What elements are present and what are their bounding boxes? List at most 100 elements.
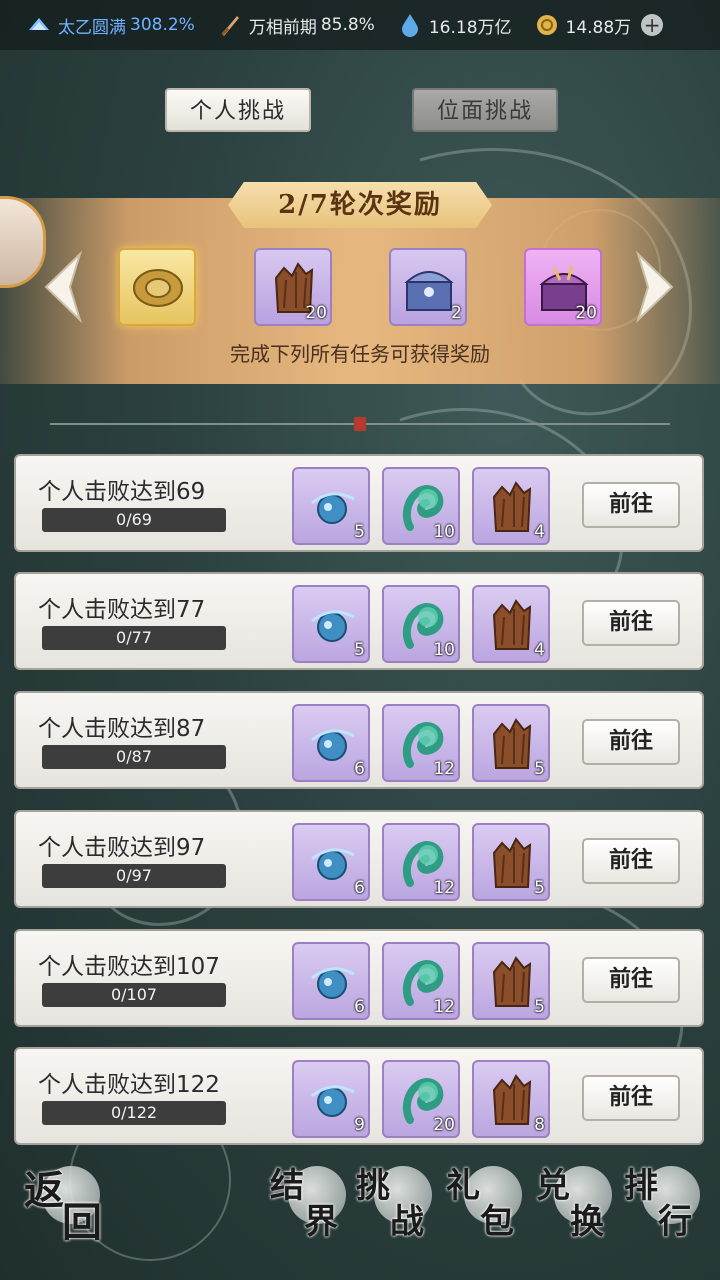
- goto-button[interactable]: 前往: [582, 600, 680, 646]
- blue-spirit-orb-icon: [311, 967, 355, 999]
- wood-stump-icon: [492, 1074, 532, 1125]
- nav-label-char-2: 界: [304, 1202, 338, 1242]
- nav-label-char-1: 兑: [536, 1166, 570, 1206]
- realm-stat: 太乙圆满 308.2%: [26, 12, 195, 38]
- nav-label-char-1: 排: [624, 1166, 658, 1206]
- banner-note: 完成下列所有任务可获得奖励: [230, 342, 490, 366]
- nav-label-char-2: 行: [658, 1202, 692, 1242]
- divider-seal: [354, 417, 366, 431]
- reward-qty: 12: [433, 759, 455, 779]
- task-progress-bar: 0/107: [42, 983, 226, 1007]
- task-reward-item[interactable]: 10: [382, 467, 460, 545]
- task-reward-item[interactable]: 12: [382, 823, 460, 901]
- wood-stump-icon: [492, 599, 532, 650]
- nav-gift-button[interactable]: 礼包: [446, 1156, 526, 1242]
- nav-label-char-2: 回: [62, 1199, 102, 1246]
- goto-button[interactable]: 前往: [582, 482, 680, 528]
- nav-label-char-1: 挑: [356, 1166, 390, 1206]
- water-drop-icon: [401, 14, 418, 37]
- task-reward-item[interactable]: 6: [292, 704, 370, 782]
- wood-stump-icon: [492, 481, 532, 532]
- task-row: 个人击败达到69 0/69 5 10 4 前往: [14, 454, 704, 552]
- reward-qty: 6: [354, 759, 365, 779]
- wood-stump-icon: [492, 718, 532, 769]
- goto-button[interactable]: 前往: [582, 719, 680, 765]
- task-reward-item[interactable]: 20: [382, 1060, 460, 1138]
- top-status-bar: 太乙圆满 308.2% 万相前期 85.8% 16.18万亿 14.88万 +: [0, 0, 720, 50]
- task-reward-item[interactable]: 5: [472, 823, 550, 901]
- gold-stat: 14.88万: [534, 12, 632, 38]
- realm-value: 308.2%: [130, 15, 195, 35]
- reward-item-talisman[interactable]: [118, 248, 196, 326]
- nav-challenge-button[interactable]: 挑战: [356, 1156, 436, 1242]
- reward-item-wood[interactable]: 20: [254, 248, 332, 326]
- task-reward-item[interactable]: 5: [472, 704, 550, 782]
- gold-value: 14.88万: [565, 17, 632, 38]
- reward-qty: 4: [534, 640, 545, 660]
- reward-qty: 6: [354, 997, 365, 1017]
- blue-spirit-orb-icon: [311, 1085, 355, 1117]
- back-button[interactable]: 返回: [24, 1156, 104, 1246]
- previous-round-arrow-icon[interactable]: [40, 250, 86, 324]
- task-reward-item[interactable]: 9: [292, 1060, 370, 1138]
- reward-qty: 20: [433, 1115, 455, 1135]
- goto-button[interactable]: 前往: [582, 838, 680, 884]
- task-reward-item[interactable]: 4: [472, 467, 550, 545]
- task-title: 个人击败达到87: [38, 716, 206, 742]
- round-title: 2/7轮次奖励: [228, 182, 492, 228]
- phase-label: 万相前期: [248, 17, 317, 38]
- reward-qty: 5: [534, 997, 545, 1017]
- task-title: 个人击败达到122: [38, 1072, 220, 1098]
- spirit-stone-value: 16.18万亿: [428, 17, 512, 38]
- tab-personal-challenge[interactable]: 个人挑战: [165, 88, 311, 132]
- task-reward-item[interactable]: 5: [472, 942, 550, 1020]
- blue-spirit-orb-icon: [311, 848, 355, 880]
- task-progress-bar: 0/122: [42, 1101, 226, 1125]
- task-row: 个人击败达到122 0/122 9 20 8 前往: [14, 1047, 704, 1145]
- reward-qty: 6: [354, 878, 365, 898]
- reward-item-blue-chest[interactable]: 2: [389, 248, 467, 326]
- nav-label-char-1: 结: [270, 1166, 304, 1206]
- task-reward-item[interactable]: 6: [292, 942, 370, 1020]
- task-reward-item[interactable]: 12: [382, 942, 460, 1020]
- nav-barrier-button[interactable]: 结界: [270, 1156, 350, 1242]
- phase-stat: 万相前期 85.8%: [217, 12, 375, 38]
- nav-label-char-1: 礼: [446, 1166, 480, 1206]
- task-reward-item[interactable]: 5: [292, 467, 370, 545]
- task-title: 个人击败达到97: [38, 835, 206, 861]
- reward-qty: 12: [433, 878, 455, 898]
- next-round-arrow-icon[interactable]: [632, 250, 678, 324]
- task-reward-item[interactable]: 8: [472, 1060, 550, 1138]
- reward-item-purple-chest[interactable]: 20: [524, 248, 602, 326]
- task-progress-bar: 0/97: [42, 864, 226, 888]
- goto-button[interactable]: 前往: [582, 957, 680, 1003]
- nav-ranking-button[interactable]: 排行: [624, 1156, 704, 1242]
- gold-coin-icon: [536, 15, 557, 35]
- reward-qty: 12: [433, 997, 455, 1017]
- golden-talisman-icon: [133, 269, 183, 307]
- reward-qty: 20: [305, 303, 327, 323]
- blue-treasure-chest-icon: [404, 271, 454, 311]
- reward-qty: 10: [433, 522, 455, 542]
- task-progress-bar: 0/69: [42, 508, 226, 532]
- task-title: 个人击败达到77: [38, 597, 206, 623]
- task-title: 个人击败达到69: [38, 479, 206, 505]
- nav-label-char-2: 换: [570, 1202, 604, 1242]
- reward-qty: 10: [433, 640, 455, 660]
- add-currency-button[interactable]: +: [641, 14, 664, 36]
- task-reward-item[interactable]: 5: [292, 585, 370, 663]
- task-reward-item[interactable]: 10: [382, 585, 460, 663]
- task-reward-item[interactable]: 12: [382, 704, 460, 782]
- task-reward-item[interactable]: 6: [292, 823, 370, 901]
- task-row: 个人击败达到97 0/97 6 12 5 前往: [14, 810, 704, 908]
- blue-spirit-orb-icon: [311, 492, 355, 524]
- reward-qty: 4: [534, 522, 545, 542]
- reward-qty: 8: [534, 1115, 545, 1135]
- task-row: 个人击败达到107 0/107 6 12 5 前往: [14, 929, 704, 1027]
- nav-exchange-button[interactable]: 兑换: [536, 1156, 616, 1242]
- reward-qty: 5: [534, 759, 545, 779]
- tab-plane-challenge[interactable]: 位面挑战: [412, 88, 558, 132]
- wood-stump-icon: [492, 956, 532, 1007]
- task-reward-item[interactable]: 4: [472, 585, 550, 663]
- goto-button[interactable]: 前往: [582, 1075, 680, 1121]
